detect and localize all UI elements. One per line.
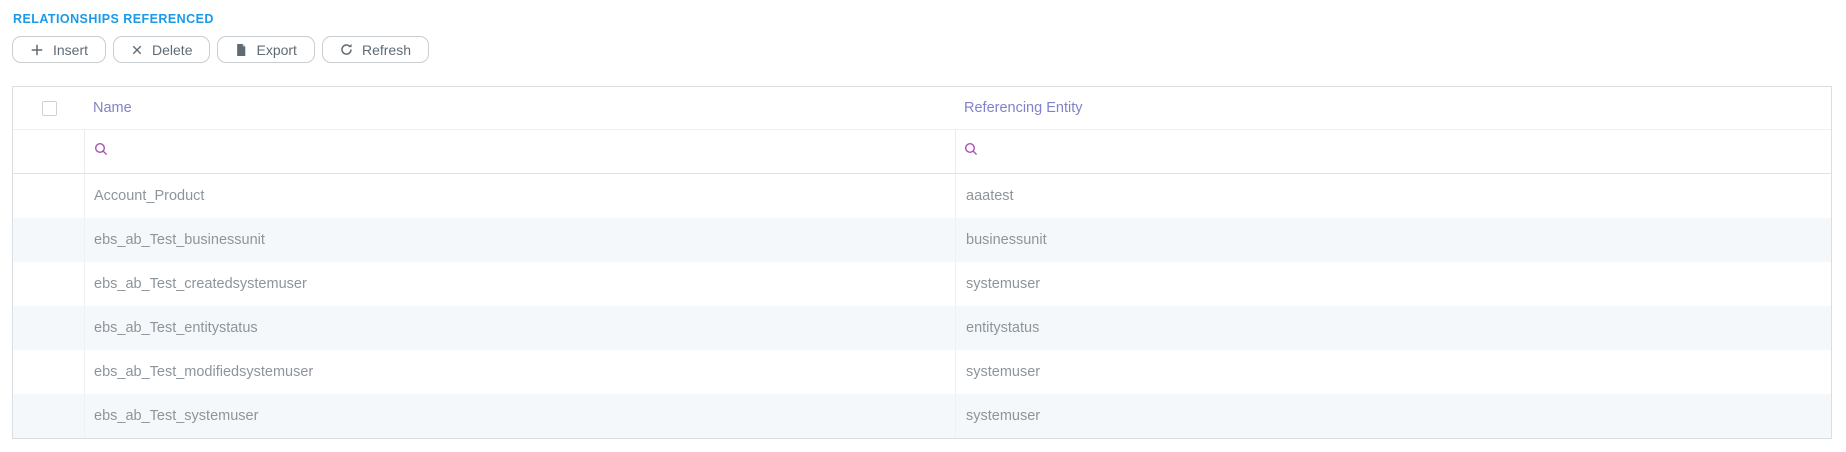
delete-button-label: Delete	[152, 43, 192, 57]
row-name-cell: ebs_ab_Test_businessunit	[85, 218, 956, 262]
entity-filter-cell	[956, 130, 1831, 173]
header-checkbox-cell	[13, 87, 85, 129]
row-name-cell: ebs_ab_Test_createdsystemuser	[85, 262, 956, 306]
relationships-grid: Name Referencing Entity	[12, 86, 1832, 439]
grid-header-row: Name Referencing Entity	[13, 87, 1831, 130]
x-icon	[131, 44, 143, 56]
column-header-name[interactable]: Name	[85, 87, 956, 129]
entity-filter-input[interactable]	[985, 138, 1831, 166]
row-name-cell: Account_Product	[85, 174, 956, 218]
row-entity-cell: systemuser	[956, 262, 1831, 306]
row-checkbox-cell	[13, 394, 85, 438]
table-row[interactable]: ebs_ab_Test_createdsystemuser systemuser	[13, 262, 1831, 306]
table-row[interactable]: Account_Product aaatest	[13, 174, 1831, 218]
grid-filter-row	[13, 130, 1831, 174]
table-row[interactable]: ebs_ab_Test_entitystatus entitystatus	[13, 306, 1831, 350]
row-name-cell: ebs_ab_Test_modifiedsystemuser	[85, 350, 956, 394]
insert-button-label: Insert	[53, 43, 88, 57]
name-filter-input[interactable]	[115, 138, 955, 166]
column-header-referencing-entity-label: Referencing Entity	[964, 100, 1082, 116]
column-header-referencing-entity[interactable]: Referencing Entity	[956, 87, 1831, 129]
refresh-button-label: Refresh	[362, 43, 411, 57]
filter-checkbox-cell	[13, 130, 85, 173]
export-button[interactable]: Export	[217, 36, 314, 63]
row-checkbox-cell	[13, 174, 85, 218]
page: RELATIONSHIPS REFERENCED Insert Delete E…	[0, 0, 1846, 439]
row-checkbox-cell	[13, 218, 85, 262]
section-title: RELATIONSHIPS REFERENCED	[13, 12, 1832, 26]
row-entity-cell: businessunit	[956, 218, 1831, 262]
table-row[interactable]: ebs_ab_Test_systemuser systemuser	[13, 394, 1831, 438]
row-entity-cell: entitystatus	[956, 306, 1831, 350]
toolbar: Insert Delete Export Refresh	[12, 36, 1832, 63]
table-row[interactable]: ebs_ab_Test_modifiedsystemuser systemuse…	[13, 350, 1831, 394]
select-all-checkbox[interactable]	[42, 101, 57, 116]
refresh-icon	[340, 43, 353, 56]
insert-button[interactable]: Insert	[12, 36, 106, 63]
row-checkbox-cell	[13, 262, 85, 306]
row-name-cell: ebs_ab_Test_entitystatus	[85, 306, 956, 350]
row-checkbox-cell	[13, 306, 85, 350]
search-icon	[964, 142, 979, 162]
refresh-button[interactable]: Refresh	[322, 36, 429, 63]
delete-button[interactable]: Delete	[113, 36, 210, 63]
name-filter-cell	[85, 130, 956, 173]
row-name-cell: ebs_ab_Test_systemuser	[85, 394, 956, 438]
row-entity-cell: aaatest	[956, 174, 1831, 218]
table-row[interactable]: ebs_ab_Test_businessunit businessunit	[13, 218, 1831, 262]
row-checkbox-cell	[13, 350, 85, 394]
column-header-name-label: Name	[93, 100, 132, 116]
file-icon	[235, 43, 247, 57]
row-entity-cell: systemuser	[956, 394, 1831, 438]
row-entity-cell: systemuser	[956, 350, 1831, 394]
plus-icon	[30, 43, 44, 57]
search-icon	[94, 142, 109, 162]
export-button-label: Export	[256, 43, 296, 57]
